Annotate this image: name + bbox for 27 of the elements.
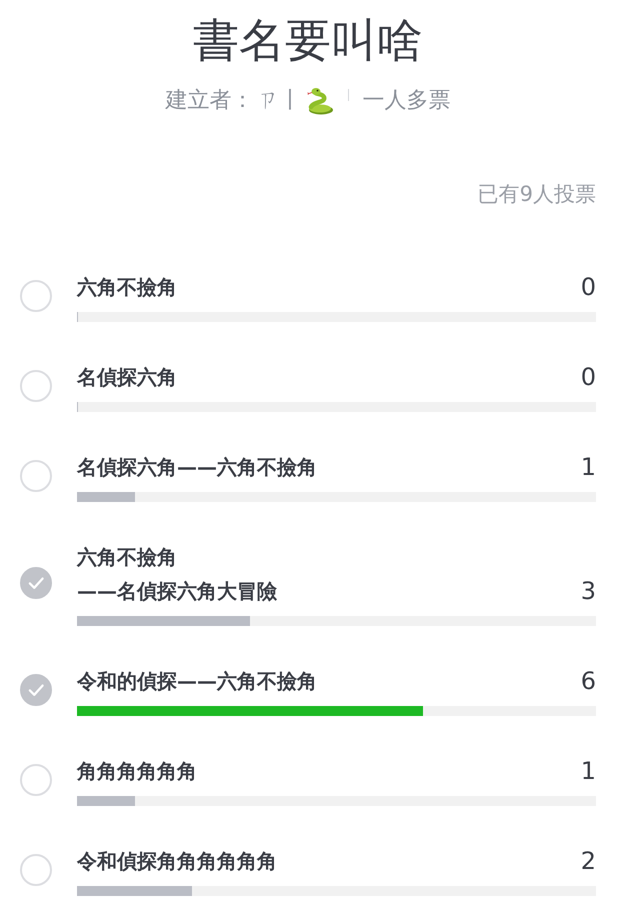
option-label: 六角不撿角 ——名偵探六角大冒險 (77, 544, 277, 605)
empty-circle-icon[interactable] (20, 280, 52, 312)
vote-count: 1 (580, 756, 596, 787)
empty-circle-icon[interactable] (20, 370, 52, 402)
option-label: 六角不撿角 (77, 274, 177, 301)
vote-count: 3 (580, 576, 596, 607)
option-label: 角角角角角角 (77, 758, 197, 785)
voter-count: 已有9人投票 (478, 181, 596, 208)
checked-circle-icon[interactable] (20, 567, 52, 599)
option-label: 令和的偵探——六角不撿角 (77, 668, 317, 695)
option-label: 名偵探六角 (77, 364, 177, 391)
vote-count: 0 (580, 362, 596, 393)
vote-count: 0 (580, 272, 596, 303)
creator-name: ㄗ丨 (258, 87, 302, 115)
vote-count: 6 (580, 666, 596, 697)
snake-icon (306, 87, 334, 115)
option-label: 名偵探六角——六角不撿角 (77, 454, 317, 481)
vote-count: 2 (580, 846, 596, 877)
vote-mode: 一人多票 (362, 87, 450, 115)
option-label: 令和偵探角角角角角角 (77, 848, 277, 875)
empty-circle-icon[interactable] (20, 764, 52, 796)
creator-label: 建立者： (166, 87, 254, 115)
empty-circle-icon[interactable] (20, 854, 52, 886)
poll-title: 書名要叫啥 (193, 14, 423, 66)
vote-count: 1 (580, 452, 596, 483)
empty-circle-icon[interactable] (20, 460, 52, 492)
checked-circle-icon[interactable] (20, 674, 52, 706)
